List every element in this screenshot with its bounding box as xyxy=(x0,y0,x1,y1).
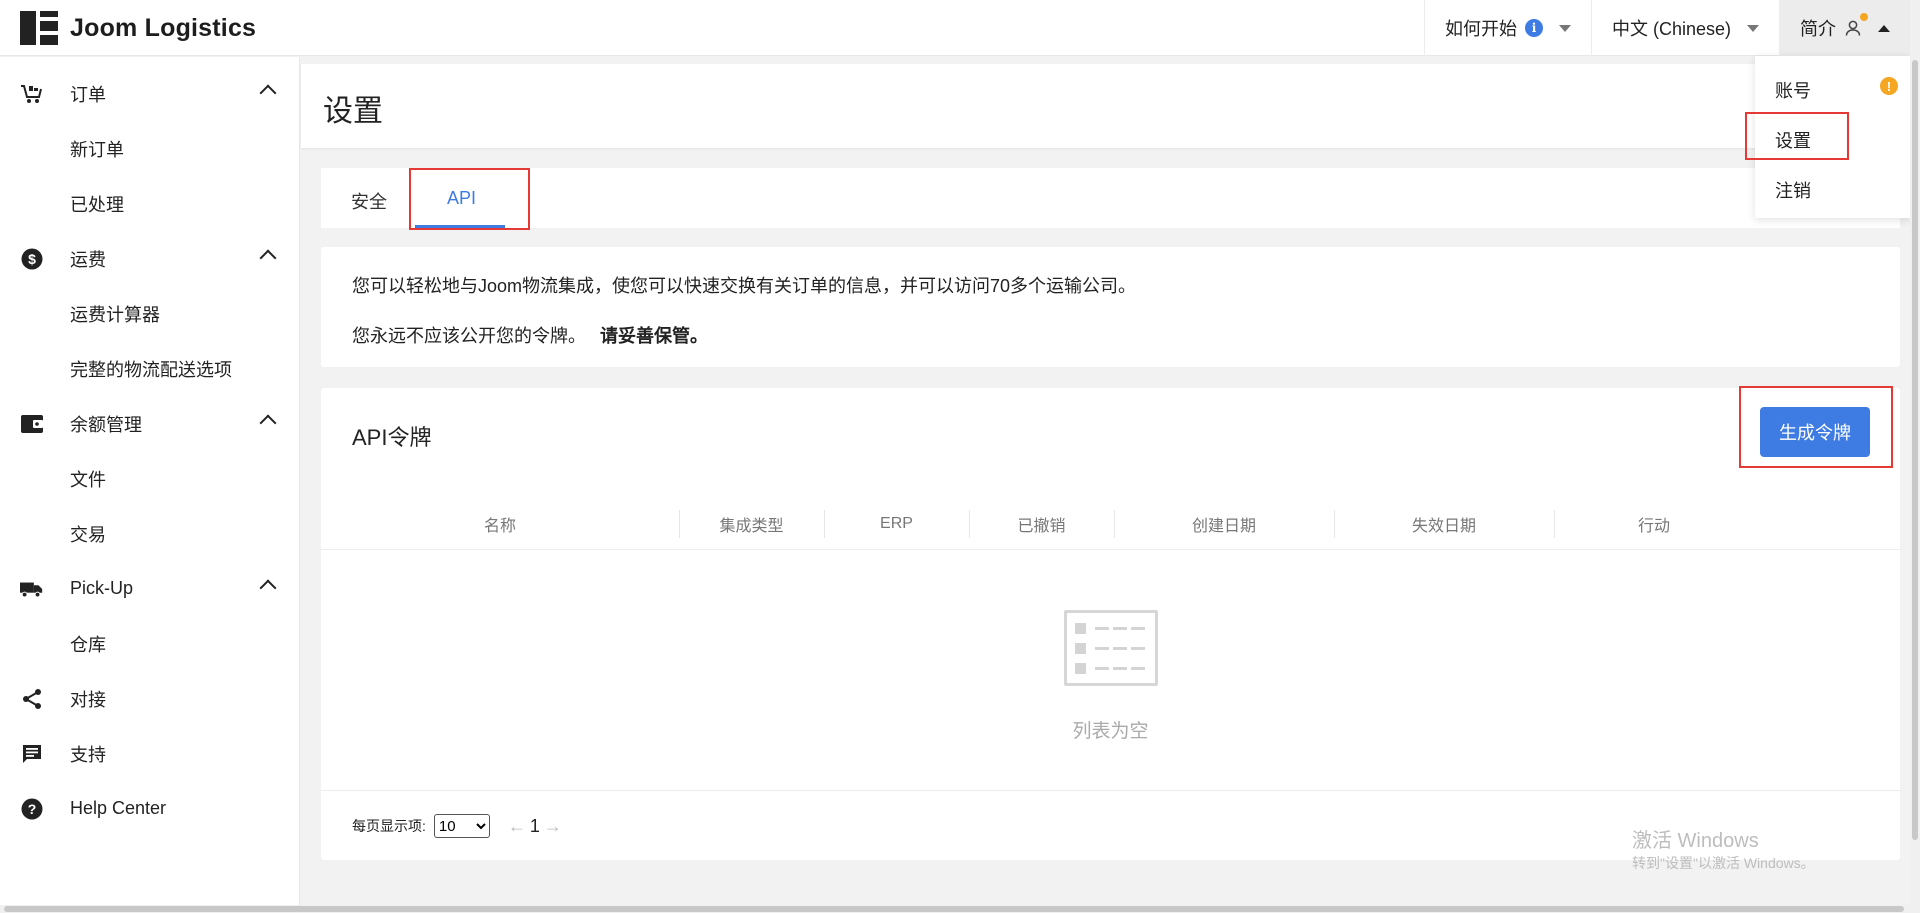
chevron-up-icon xyxy=(259,414,277,432)
sidebar-item-help-center[interactable]: ? Help Center xyxy=(0,781,300,836)
activation-watermark-title: 激活 Windows xyxy=(1632,830,1759,852)
page-header: 设置 xyxy=(301,64,1920,148)
info-icon: i xyxy=(1524,19,1543,37)
sidebar-item-balance[interactable]: 余额管理 xyxy=(0,396,300,451)
cart-icon xyxy=(20,82,44,106)
sidebar-item-shipping[interactable]: $ 运费 xyxy=(0,231,300,286)
sidebar-item-label: 运费 xyxy=(70,249,106,270)
column-header-integration-type[interactable]: 集成类型 xyxy=(679,498,824,550)
sidebar: 订单 新订单 已处理 $ 运费 运费计算器 完整的物流配送选项 余额管理 文件 … xyxy=(0,57,300,913)
sidebar-item-label: 文件 xyxy=(70,469,106,490)
per-page-select[interactable]: 10 xyxy=(433,814,490,838)
sidebar-item-shipping-calculator[interactable]: 运费计算器 xyxy=(0,286,300,341)
chevron-up-icon xyxy=(1878,24,1890,32)
next-page-arrow[interactable]: → xyxy=(544,816,562,837)
pagination: 每页显示项: 10 ← 1 → xyxy=(352,814,562,838)
column-header-erp[interactable]: ERP xyxy=(824,498,969,550)
wallet-icon xyxy=(20,412,44,436)
column-header-expiry-date[interactable]: 失效日期 xyxy=(1334,498,1554,550)
sidebar-item-label: 完整的物流配送选项 xyxy=(70,359,232,380)
column-header-created-date[interactable]: 创建日期 xyxy=(1114,498,1334,550)
chevron-up-icon xyxy=(259,579,277,597)
tokens-title: API令牌 xyxy=(352,425,432,450)
language-label: 中文 (Chinese) xyxy=(1611,19,1731,39)
sidebar-item-label: 支持 xyxy=(70,744,106,765)
user-icon xyxy=(1844,13,1868,37)
sidebar-item-label: 订单 xyxy=(70,84,106,105)
empty-list-icon xyxy=(1064,610,1158,686)
chevron-down-icon xyxy=(1558,24,1571,32)
menu-item-logout[interactable]: 注销 xyxy=(1775,177,1811,203)
top-nav: 如何开始 i 中文 (Chinese) 简介 xyxy=(1423,0,1920,56)
sidebar-item-label: 交易 xyxy=(70,524,106,545)
sidebar-item-integration[interactable]: 对接 xyxy=(0,671,300,726)
chevron-up-icon xyxy=(259,249,277,267)
horizontal-scrollbar[interactable] xyxy=(0,905,1910,913)
column-header-actions[interactable]: 行动 xyxy=(1554,498,1754,550)
page-title: 设置 xyxy=(323,95,383,128)
per-page-label: 每页显示项: xyxy=(352,818,426,834)
truck-icon xyxy=(20,577,44,601)
activation-watermark-subtitle: 转到"设置"以激活 Windows。 xyxy=(1632,855,1815,871)
svg-text:$: $ xyxy=(28,251,36,267)
sidebar-item-processed[interactable]: 已处理 xyxy=(0,176,300,231)
scrollbar-thumb[interactable] xyxy=(1912,60,1918,840)
logo[interactable]: Joom Logistics xyxy=(20,11,256,45)
share-icon xyxy=(20,687,44,711)
highlight-box-settings-item xyxy=(1745,112,1849,160)
sidebar-item-warehouse[interactable]: 仓库 xyxy=(0,616,300,671)
sidebar-item-label: 对接 xyxy=(70,689,106,710)
sidebar-item-transactions[interactable]: 交易 xyxy=(0,506,300,561)
sidebar-item-orders[interactable]: 订单 xyxy=(0,66,300,121)
table-header: 名称 集成类型 ERP 已撤销 创建日期 失效日期 行动 xyxy=(321,498,1900,550)
warning-text-bold: 请妥善保管。 xyxy=(600,326,708,346)
sidebar-item-label: Help Center xyxy=(70,798,167,818)
brand-name: Joom Logistics xyxy=(70,13,257,42)
tab-security[interactable]: 安全 xyxy=(351,188,387,214)
vertical-scrollbar[interactable] xyxy=(1910,0,1920,913)
sidebar-item-label: 运费计算器 xyxy=(70,304,160,325)
sidebar-item-pickup[interactable]: Pick-Up xyxy=(0,561,300,616)
how-to-start-label: 如何开始 xyxy=(1444,19,1517,39)
column-header-name[interactable]: 名称 xyxy=(321,498,679,550)
sidebar-item-label: 余额管理 xyxy=(70,414,142,435)
chevron-down-icon xyxy=(1747,24,1759,32)
svg-text:?: ? xyxy=(28,801,37,817)
joom-logo-icon xyxy=(20,11,58,45)
api-info-card: 您可以轻松地与Joom物流集成，使您可以快速交换有关订单的信息，并可以访问70多… xyxy=(321,247,1900,367)
warning-text: 您永远不应该公开您的令牌。 请妥善保管。 xyxy=(352,322,708,348)
current-page: 1 xyxy=(529,815,540,836)
profile-menu[interactable]: 简介 xyxy=(1779,0,1920,56)
highlight-box-generate-button xyxy=(1739,386,1893,468)
divider xyxy=(321,790,1900,791)
help-icon: ? xyxy=(20,797,44,821)
info-text: 您可以轻松地与Joom物流集成，使您可以快速交换有关订单的信息，并可以访问70多… xyxy=(352,276,1137,296)
chat-icon xyxy=(20,742,44,766)
sidebar-item-support[interactable]: 支持 xyxy=(0,726,300,781)
sidebar-item-documents[interactable]: 文件 xyxy=(0,451,300,506)
warning-icon: ! xyxy=(1880,77,1898,95)
api-tokens-card: API令牌 生成令牌 名称 集成类型 ERP 已撤销 创建日期 失效日期 行动 … xyxy=(321,388,1900,860)
sidebar-item-label: 已处理 xyxy=(70,194,124,215)
prev-page-arrow[interactable]: ← xyxy=(508,816,526,837)
sidebar-item-label: 仓库 xyxy=(70,634,106,655)
notification-dot xyxy=(1860,13,1868,21)
how-to-start-menu[interactable]: 如何开始 i xyxy=(1423,0,1591,56)
settings-tabs: 安全 API xyxy=(321,168,1900,228)
empty-list-text: 列表为空 xyxy=(1072,721,1149,742)
language-selector[interactable]: 中文 (Chinese) xyxy=(1590,0,1779,56)
sidebar-item-label: 新订单 xyxy=(70,139,124,160)
menu-item-account[interactable]: 账号 xyxy=(1775,77,1811,103)
scrollbar-thumb[interactable] xyxy=(4,906,1904,912)
profile-label: 简介 xyxy=(1800,19,1836,39)
chevron-up-icon xyxy=(259,84,277,102)
sidebar-item-delivery-options[interactable]: 完整的物流配送选项 xyxy=(0,341,300,396)
sidebar-item-label: Pick-Up xyxy=(70,578,134,598)
highlight-box-api-tab xyxy=(409,168,530,230)
top-bar: Joom Logistics 如何开始 i 中文 (Chinese) 简介 xyxy=(0,0,1920,56)
dollar-icon: $ xyxy=(20,247,44,271)
column-header-revoked[interactable]: 已撤销 xyxy=(969,498,1114,550)
sidebar-item-new-orders[interactable]: 新订单 xyxy=(0,121,300,176)
warning-text-main: 您永远不应该公开您的令牌。 xyxy=(352,326,586,346)
